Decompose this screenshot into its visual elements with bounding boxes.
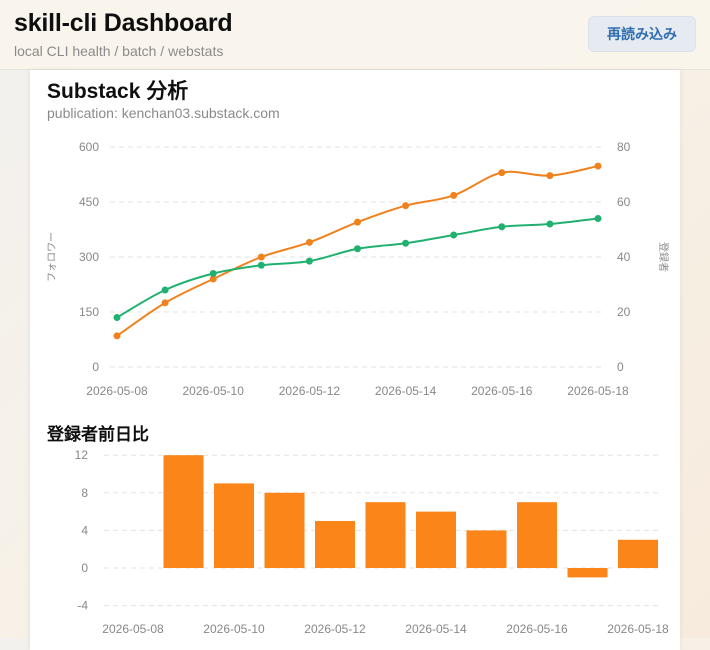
x-tick-label: 2026-05-18 [567,384,629,398]
app-title: skill-cli Dashboard [14,9,233,37]
followers-point [594,162,602,170]
followers-point [450,191,458,199]
x-tick-label: 2026-05-14 [375,384,437,398]
x-tick-label: 2026-05-08 [86,384,148,398]
x-tick-label: 2026-05-08 [102,622,164,636]
subscribers-line [116,217,599,319]
y-right-tick-label: 20 [617,305,631,319]
bar [214,483,254,568]
subscribers-point [402,239,410,247]
x-tick-label: 2026-05-16 [471,384,533,398]
x-tick-label: 2026-05-14 [405,622,467,636]
bar-chart-title: 登録者前日比 [47,425,149,444]
bar [416,511,456,568]
followers-point [113,332,121,340]
y-left-tick-label: 0 [92,360,99,374]
subscribers-point [498,223,506,231]
followers-point [257,253,265,261]
bar [517,502,557,568]
subscribers-point [113,314,121,321]
subscribers-point [209,270,217,277]
subscribers-point [450,231,458,239]
publication-label: publication: kenchan03.substack.com [47,105,280,121]
y-tick-label: 4 [81,523,88,537]
bar [315,521,355,568]
bar [163,455,204,568]
y-left-tick-label: 600 [79,140,99,154]
followers-subscribers-line-chart: 0 150 300 450 600 0 20 40 60 80 フォロワー 登録者 2026-05-08… [47,140,670,398]
followers-point [354,218,361,226]
y-left-axis-label: フォロワー [47,232,58,282]
subscribers-point [354,245,361,253]
y-tick-label: 8 [81,486,88,500]
y-right-tick-label: 0 [617,360,624,374]
x-tick-label: 2026-05-18 [607,622,669,636]
followers-point [161,299,169,307]
y-right-tick-label: 80 [617,140,631,154]
bar [365,502,406,568]
subscriber-delta-bar-chart: -4 0 4 8 12 2026-05-08 2026-05-10 2026-05-12 202… [75,448,669,636]
followers-point [402,202,410,210]
y-left-tick-label: 150 [79,305,99,319]
subscribers-point [161,286,169,294]
x-tick-label: 2026-05-10 [203,622,265,636]
y-right-tick-label: 40 [617,250,631,264]
x-tick-label: 2026-05-16 [506,622,568,636]
y-right-axis-label: 登録者 [657,242,670,272]
followers-point [498,169,506,177]
bar [618,539,658,568]
y-left-tick-label: 300 [79,250,99,264]
bar [264,492,305,568]
y-tick-label: 0 [81,561,88,575]
reload-button[interactable]: 再読み込み [588,16,696,52]
y-tick-label: 12 [75,448,89,462]
subscribers-point [546,220,554,228]
y-left-tick-label: 450 [79,195,99,209]
x-tick-label: 2026-05-12 [304,622,366,636]
subscribers-point [257,261,265,269]
subscribers-point [594,215,602,222]
subscribers-point [305,257,313,265]
x-tick-label: 2026-05-10 [183,384,245,398]
followers-point [305,238,313,246]
app-header: skill-cli Dashboard local CLI health / b… [0,0,710,70]
x-tick-label: 2026-05-12 [279,384,341,398]
app-subtitle: local CLI health / batch / webstats [14,43,224,59]
bar [466,530,507,568]
y-right-tick-label: 60 [617,195,631,209]
panel-title: Substack 分析 [47,80,189,103]
y-tick-label: -4 [77,599,88,613]
bar [567,568,608,578]
followers-point [546,172,554,180]
